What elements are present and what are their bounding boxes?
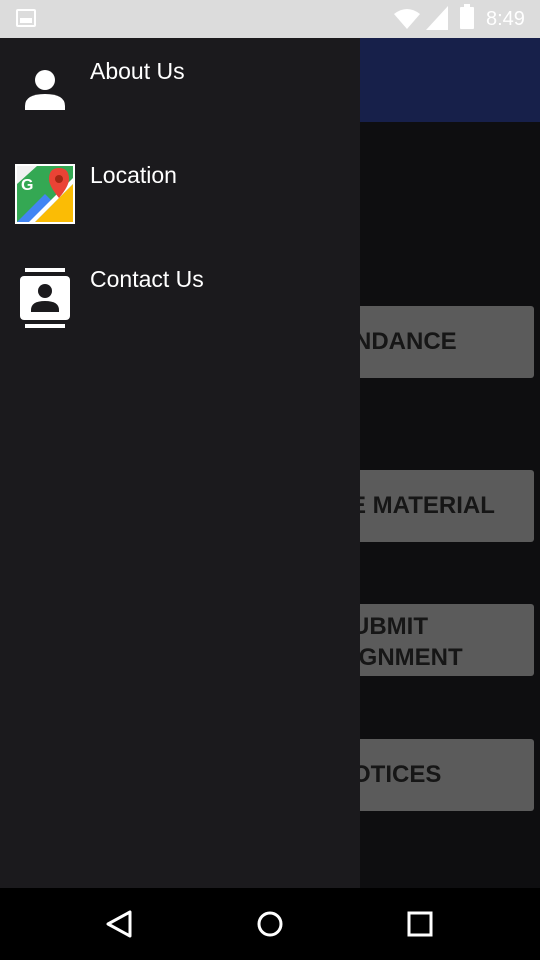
image-notification-icon — [16, 9, 36, 27]
home-icon[interactable] — [252, 906, 288, 942]
battery-icon — [460, 4, 474, 29]
course-material-button-label: E MATERIAL — [350, 492, 495, 519]
recents-icon[interactable] — [402, 906, 438, 942]
person-icon — [25, 70, 65, 110]
back-icon[interactable] — [102, 906, 138, 942]
drawer-item-location[interactable]: G Location — [0, 142, 360, 246]
navigation-drawer: About Us G Location Contact Us — [0, 38, 360, 888]
status-bar: 8:49 — [0, 0, 540, 38]
clock: 8:49 — [486, 8, 525, 30]
submit-assignment-label-line1: UBMIT — [352, 613, 428, 640]
notices-button-label: OTICES — [352, 761, 442, 788]
drawer-item-contact-us[interactable]: Contact Us — [0, 246, 360, 350]
cell-signal-icon — [426, 6, 448, 30]
contacts-icon — [20, 268, 70, 328]
submit-assignment-label-line2: IGNMENT — [352, 644, 463, 671]
svg-text:G: G — [21, 177, 33, 194]
wifi-icon — [394, 9, 420, 29]
drawer-item-label: About Us — [90, 58, 185, 84]
drawer-item-label: Contact Us — [90, 266, 204, 292]
drawer-item-label: Location — [90, 162, 177, 188]
drawer-item-about-us[interactable]: About Us — [0, 38, 360, 142]
system-navigation-bar — [0, 888, 540, 960]
google-maps-icon: G — [15, 164, 75, 224]
